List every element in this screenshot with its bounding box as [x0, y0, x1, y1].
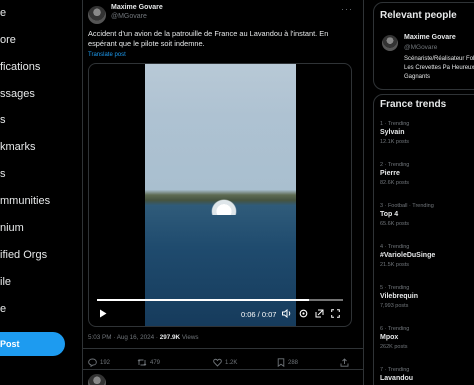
- bookmark-button[interactable]: 288: [277, 357, 298, 369]
- divider: [82, 348, 363, 349]
- relevant-person-name[interactable]: Maxime Govare: [404, 34, 456, 41]
- like-button[interactable]: 1.2K: [213, 357, 237, 369]
- video-progress-fill: [97, 299, 309, 301]
- repost-count: 479: [150, 360, 161, 366]
- video-time: 0:06 / 0:07: [241, 310, 277, 319]
- repost-icon: [137, 359, 147, 366]
- trend-meta: 3 · Football · Trending: [380, 203, 434, 209]
- relevant-people-title: Relevant people: [380, 10, 457, 21]
- nav-item-verified-orgs[interactable]: ified Orgs: [0, 245, 47, 265]
- water-splash: [209, 197, 239, 215]
- timestamp-text[interactable]: 5:03 PM · Aug 16, 2024 ·: [88, 334, 160, 341]
- nav-item-profile[interactable]: ile: [0, 272, 11, 292]
- author-name[interactable]: Maxime Govare: [111, 4, 163, 11]
- tweet-timestamp: 5:03 PM · Aug 16, 2024 · 297.9K Views: [88, 334, 199, 341]
- trend-item[interactable]: 6 · Trending Mpox 262K posts: [380, 325, 474, 351]
- avatar: [88, 374, 106, 385]
- nav-item-messages[interactable]: ssages: [0, 84, 35, 104]
- bookmark-icon: [277, 358, 285, 367]
- trend-item[interactable]: 3 · Football · Trending Top 4 65.6K post…: [380, 202, 474, 228]
- trend-meta: 7 · Trending: [380, 367, 410, 373]
- video-player[interactable]: 0:06 / 0:07: [88, 63, 352, 327]
- divider: [363, 0, 364, 385]
- picture-in-picture-icon[interactable]: [313, 309, 325, 321]
- trends-title: France trends: [380, 99, 447, 110]
- trend-count: 21.5K posts: [380, 262, 410, 268]
- trend-count: 65.6K posts: [380, 221, 410, 227]
- share-icon: [340, 358, 349, 367]
- trend-name: Mpox: [380, 334, 399, 341]
- trend-count: 82.6K posts: [380, 180, 410, 186]
- tweet: Maxime Govare @MGovare ··· Accident d'un…: [82, 0, 363, 385]
- repost-button[interactable]: 479: [137, 357, 160, 369]
- left-navigation: e ore fications ssages s kmarks s mmunit…: [0, 0, 82, 385]
- nav-item-communities[interactable]: mmunities: [0, 191, 50, 211]
- nav-item-more[interactable]: e: [0, 299, 6, 319]
- share-button[interactable]: [340, 357, 352, 369]
- translate-link[interactable]: Translate post: [88, 52, 126, 58]
- trend-count: 7,993 posts: [380, 303, 409, 309]
- relevant-person-handle[interactable]: @MGovare: [404, 44, 437, 51]
- nav-item-premium[interactable]: nium: [0, 218, 24, 238]
- relevant-person-bio: Scénariste/Réalisateur Fols - Les Crevet…: [404, 56, 474, 80]
- reply-count: 192: [100, 360, 111, 366]
- trend-name: #VarioleDuSinge: [380, 252, 436, 259]
- heart-icon: [213, 358, 222, 367]
- trend-item[interactable]: 5 · Trending Vilebrequin 7,993 posts: [380, 284, 474, 310]
- video-frame[interactable]: [145, 64, 296, 326]
- more-options-icon[interactable]: ···: [341, 4, 353, 14]
- trend-item[interactable]: 2 · Trending Pierre 82.6K posts: [380, 161, 474, 187]
- nav-item-jobs[interactable]: s: [0, 164, 6, 184]
- trend-count: 12.1K posts: [380, 139, 410, 145]
- play-icon[interactable]: [97, 309, 109, 321]
- nav-item-notifications[interactable]: fications: [0, 57, 40, 77]
- trends-panel: France trends 1 · Trending Sylvain 12.1K…: [373, 94, 474, 385]
- avatar[interactable]: [88, 6, 106, 24]
- reply-button[interactable]: 192: [88, 357, 110, 369]
- trend-name: Pierre: [380, 170, 400, 177]
- video-progress-bar[interactable]: [97, 299, 343, 301]
- trend-item[interactable]: 7 · Trending Lavandou: [380, 366, 474, 384]
- trend-item[interactable]: 4 · Trending #VarioleDuSinge 21.5K posts: [380, 243, 474, 269]
- nav-item-home[interactable]: e: [0, 3, 6, 23]
- trend-meta: 2 · Trending: [380, 162, 410, 168]
- avatar[interactable]: [382, 35, 398, 51]
- trend-count: 262K posts: [380, 344, 408, 350]
- trend-meta: 5 · Trending: [380, 285, 410, 291]
- views-label: Views: [180, 334, 199, 341]
- divider: [82, 369, 363, 370]
- tweet-text: Accident d'un avion de la patrouille de …: [88, 29, 329, 48]
- view-count: 297.9K: [159, 334, 181, 341]
- like-count: 1.2K: [225, 360, 238, 366]
- nav-item-explore[interactable]: ore: [0, 30, 16, 50]
- reply-icon: [88, 358, 97, 368]
- relevant-people-panel: Relevant people Maxime Govare @MGovare S…: [373, 2, 474, 90]
- settings-icon[interactable]: [297, 309, 309, 321]
- fullscreen-icon[interactable]: [329, 309, 341, 321]
- trend-meta: 4 · Trending: [380, 244, 410, 250]
- nav-item-lists[interactable]: s: [0, 110, 6, 130]
- trend-name: Vilebrequin: [380, 293, 418, 300]
- volume-icon[interactable]: [281, 308, 293, 321]
- trend-meta: 6 · Trending: [380, 326, 410, 332]
- bookmark-count: 288: [288, 360, 299, 366]
- trend-meta: 1 · Trending: [380, 121, 410, 127]
- trend-name: Top 4: [380, 211, 399, 218]
- post-button[interactable]: Post: [0, 332, 65, 356]
- nav-item-bookmarks[interactable]: kmarks: [0, 137, 35, 157]
- trend-name: Sylvain: [380, 129, 405, 136]
- author-handle[interactable]: @MGovare: [111, 13, 147, 20]
- trend-item[interactable]: 1 · Trending Sylvain 12.1K posts: [380, 120, 474, 146]
- trend-name: Lavandou: [380, 375, 414, 382]
